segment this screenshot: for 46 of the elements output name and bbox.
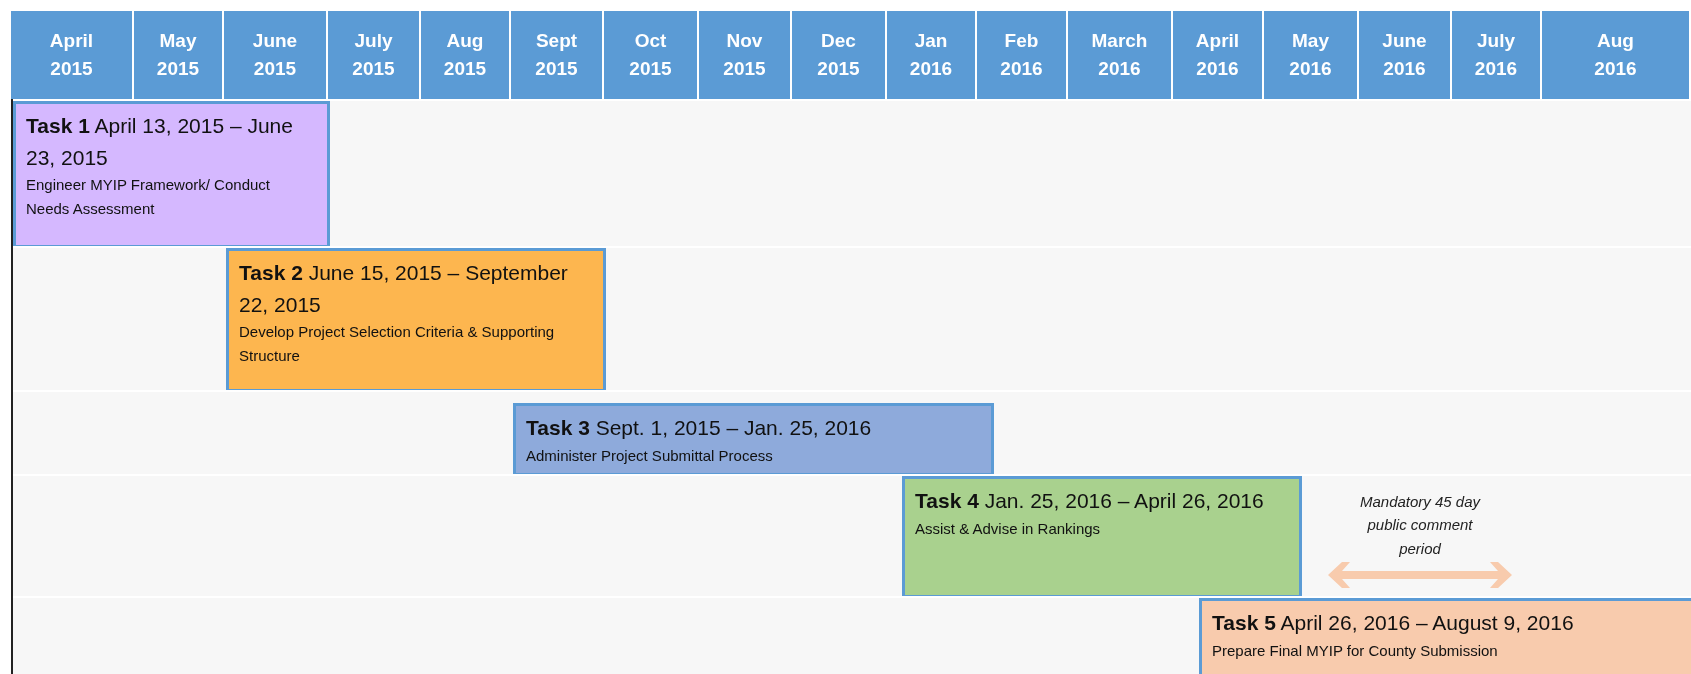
- month-label: Aug: [446, 29, 484, 54]
- year-label: 2015: [156, 57, 200, 81]
- year-label: 2015: [723, 57, 766, 81]
- double-arrow-icon: [1328, 561, 1512, 588]
- year-label: 2016: [909, 57, 953, 81]
- month-label: May: [1292, 29, 1329, 54]
- task-description: Develop Project Selection Criteria & Supporting Structure: [239, 322, 556, 366]
- month-label: July: [1477, 29, 1515, 54]
- year-label: 2016: [1383, 57, 1426, 81]
- task-title: Task 5 April 26, 2016 – August 9, 2016: [1212, 610, 1575, 636]
- year-label: 2015: [352, 57, 395, 81]
- year-label: 2016: [1196, 57, 1239, 81]
- task-description: Prepare Final MYIP for County Submission: [1212, 640, 1499, 661]
- month-label: April: [49, 29, 94, 54]
- year-label: 2016: [1594, 57, 1637, 81]
- task-description: Engineer MYIP Framework/ Conduct Needs Assessment: [26, 175, 271, 219]
- year-label: 2015: [253, 57, 297, 81]
- month-label: Dec: [821, 29, 856, 54]
- year-label: 2016: [1289, 57, 1332, 81]
- year-label: 2015: [443, 57, 487, 81]
- month-label: June: [252, 29, 298, 54]
- month-label: Jan: [914, 29, 948, 54]
- year-label: 2015: [817, 57, 860, 81]
- task-description: Assist & Advise in Rankings: [915, 518, 1102, 539]
- year-label: 2016: [1098, 57, 1141, 81]
- month-label: March: [1091, 29, 1148, 54]
- task-title: Task 3 Sept. 1, 2015 – Jan. 25, 2016: [526, 415, 873, 441]
- month-label: Nov: [726, 29, 763, 54]
- month-label: Oct: [634, 29, 667, 54]
- task-title: Task 1 April 13, 2015 – June 23, 2015: [26, 113, 294, 171]
- year-label: 2015: [50, 57, 93, 81]
- month-label: June: [1382, 29, 1427, 54]
- year-label: 2016: [1000, 57, 1043, 81]
- month-label: Aug: [1597, 29, 1634, 54]
- year-label: 2015: [629, 57, 672, 81]
- year-label: 2015: [535, 57, 578, 81]
- month-label: Feb: [1004, 29, 1039, 54]
- month-label: Sept: [535, 29, 578, 54]
- task-title: Task 2 June 15, 2015 – September 22, 2015: [239, 260, 569, 318]
- task-description: Administer Project Submittal Process: [526, 445, 774, 466]
- task-title: Task 4 Jan. 25, 2016 – April 26, 2016: [915, 488, 1265, 514]
- year-label: 2016: [1474, 57, 1518, 81]
- month-label: April: [1195, 29, 1240, 54]
- month-label: July: [354, 29, 393, 54]
- note-text: Mandatory 45 day public comment period: [1358, 492, 1482, 559]
- month-label: May: [159, 29, 197, 54]
